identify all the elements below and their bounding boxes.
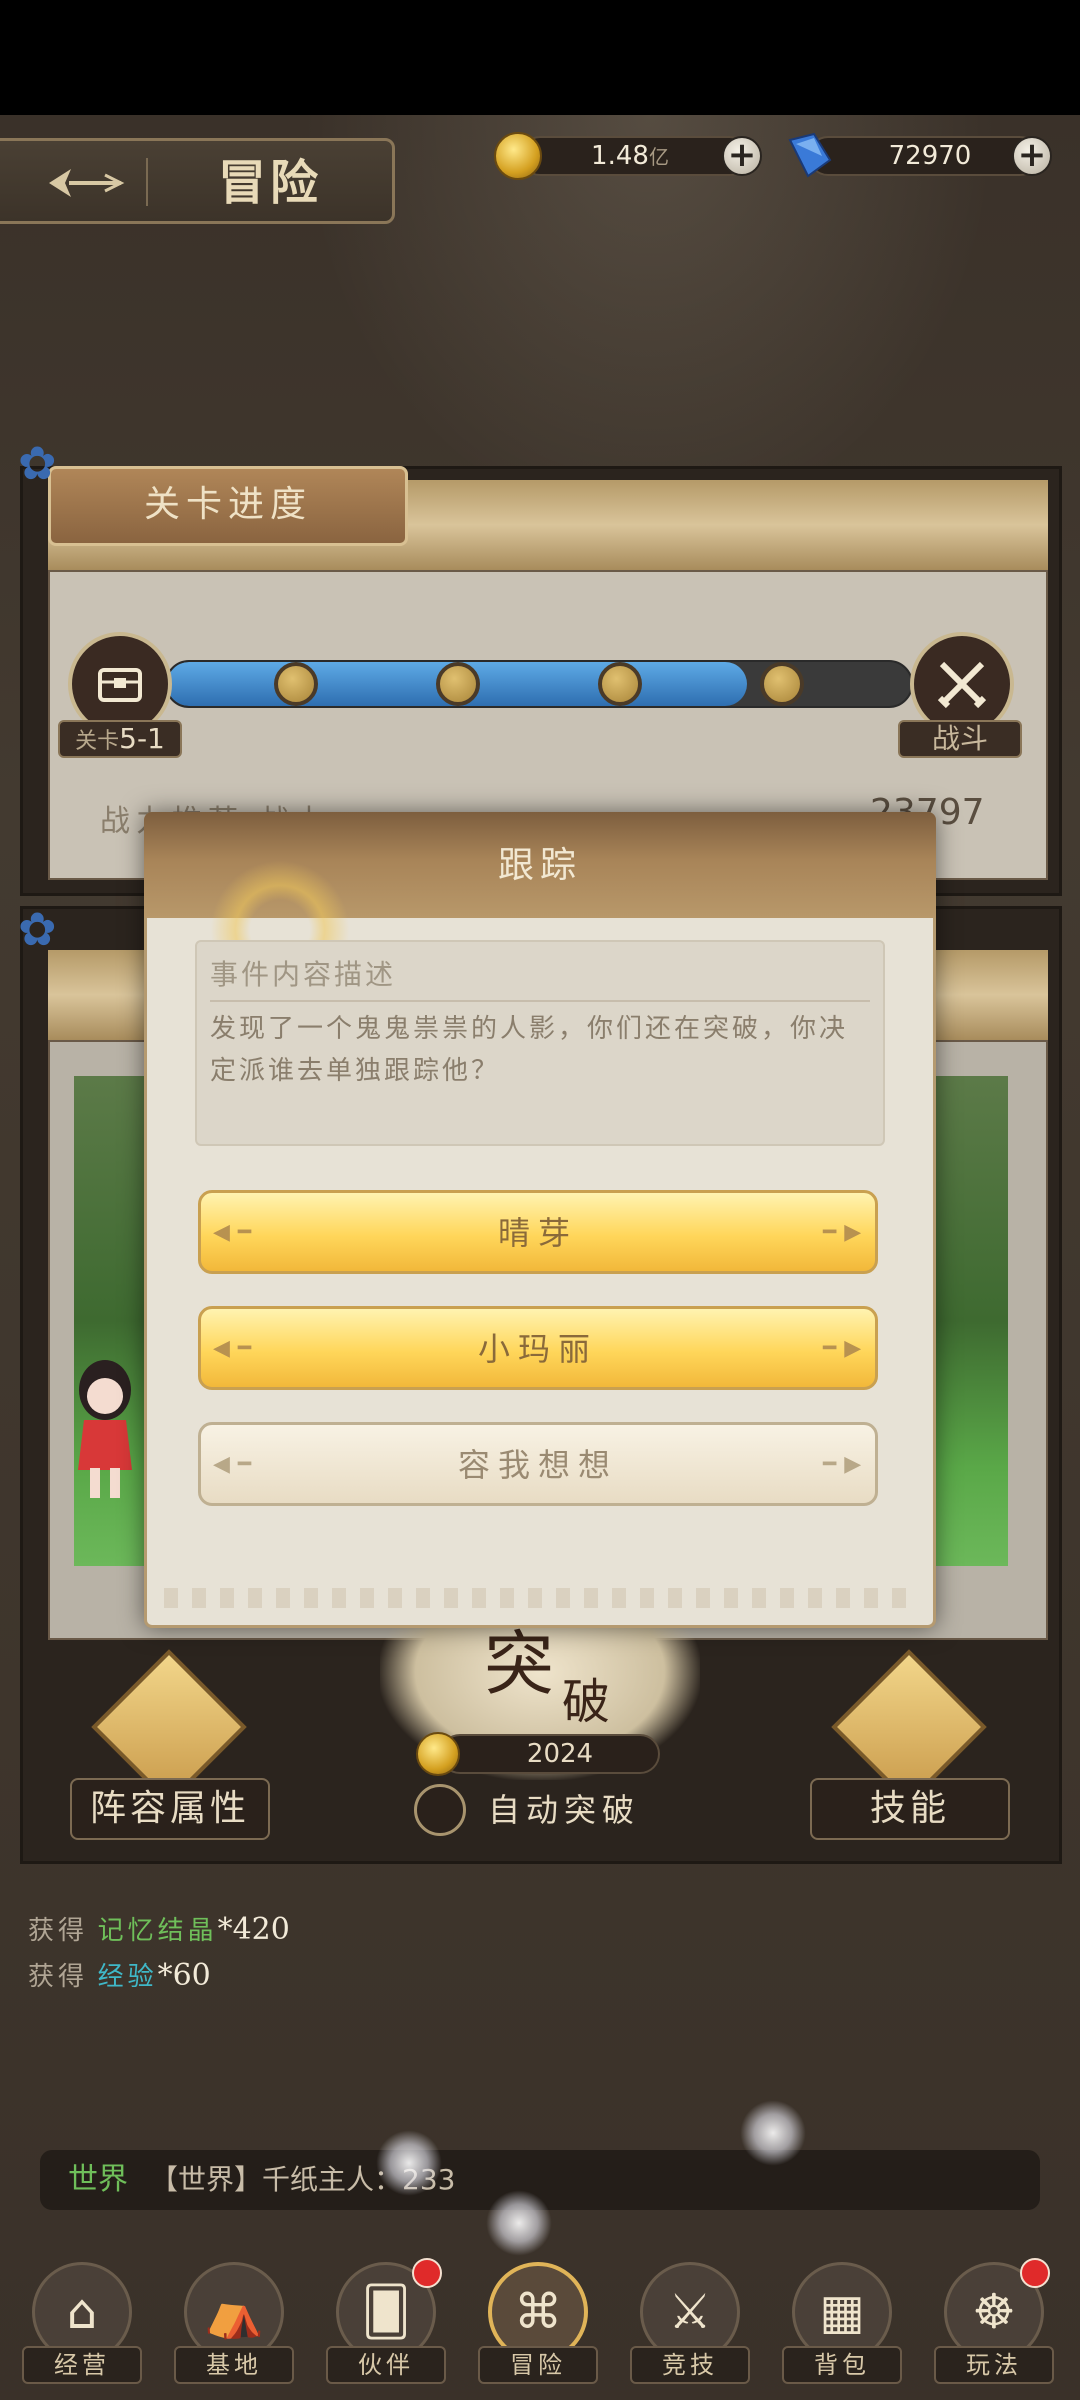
arrow-ornament-icon: ◀━ [213,1336,260,1361]
cards-icon: 🂠 [361,2284,411,2340]
house-icon: ⌂ [66,2284,98,2340]
log-prefix: 获得 [28,1962,89,1992]
nav-item-7[interactable]: ☸ 玩法 [934,2258,1054,2392]
divider [210,1000,870,1002]
arrow-ornament-icon: ◀━ [213,1220,260,1245]
nav-item-2[interactable]: ⛺ 基地 [174,2262,294,2392]
nav-label: 玩法 [934,2346,1054,2384]
ship-wheel-icon: ☸ [972,2284,1016,2340]
nav-label: 冒险 [478,2346,598,2384]
choice-label: 容我想想 [457,1446,618,1484]
nav-label: 背包 [782,2346,902,2384]
log-item: 记忆结晶 [97,1916,218,1946]
reward-log-line: 获得 经验*60 [28,1954,528,1999]
dialog-footer-ornament [164,1588,916,1608]
log-count: *60 [157,1958,211,1993]
nav-label: 竞技 [630,2346,750,2384]
event-description-heading: 事件内容描述 [210,958,397,991]
crossed-swords-icon: ⚔ [668,2284,712,2340]
bottom-nav: ⌂ 经营 ⛺ 基地 🂠 伙伴 ⌘ 冒险 ⚔ 竞技 ▦ 背包 ☸ 玩法 [0,2258,1080,2400]
reward-log-line: 获得 记忆结晶*420 [28,1908,528,1953]
touch-indicator [486,2190,552,2256]
choice-label: 小玛丽 [477,1330,598,1368]
chat-channel[interactable]: 世界 [68,2160,158,2200]
map-icon: ⌘ [514,2284,562,2340]
arrow-ornament-icon: ━▶ [823,1452,870,1477]
notification-badge [412,2258,442,2288]
event-description-text: 发现了一个鬼鬼祟祟的人影，你们还在突破，你决定派谁去单独跟踪他？ [210,1014,849,1086]
log-count: *420 [217,1912,290,1947]
nav-item-3[interactable]: 🂠 伙伴 [326,2258,446,2392]
nav-item-1[interactable]: ⌂ 经营 [22,2262,142,2392]
choice-button-1[interactable]: ◀━ 晴芽 ━▶ [198,1190,878,1274]
nav-item-5[interactable]: ⚔ 竞技 [630,2262,750,2392]
notification-badge [1020,2258,1050,2288]
touch-indicator [740,2100,806,2166]
log-item: 经验 [97,1962,158,1992]
choice-button-3[interactable]: ◀━ 容我想想 ━▶ [198,1422,878,1506]
arrow-ornament-icon: ━▶ [823,1220,870,1245]
nav-item-4[interactable]: ⌘ 冒险 [478,2262,598,2392]
choice-label: 晴芽 [497,1214,578,1252]
tent-icon: ⛺ [204,2284,264,2341]
arrow-ornament-icon: ◀━ [213,1452,260,1477]
arrow-ornament-icon: ━▶ [823,1336,870,1361]
nav-label: 经营 [22,2346,142,2384]
choice-button-2[interactable]: ◀━ 小玛丽 ━▶ [198,1306,878,1390]
backpack-icon: ▦ [819,2284,865,2340]
chat-message: 【世界】千纸主人：233 [150,2163,456,2196]
log-prefix: 获得 [28,1916,89,1946]
touch-indicator [376,2130,442,2196]
nav-label: 基地 [174,2346,294,2384]
nav-item-6[interactable]: ▦ 背包 [782,2262,902,2392]
nav-label: 伙伴 [326,2346,446,2384]
